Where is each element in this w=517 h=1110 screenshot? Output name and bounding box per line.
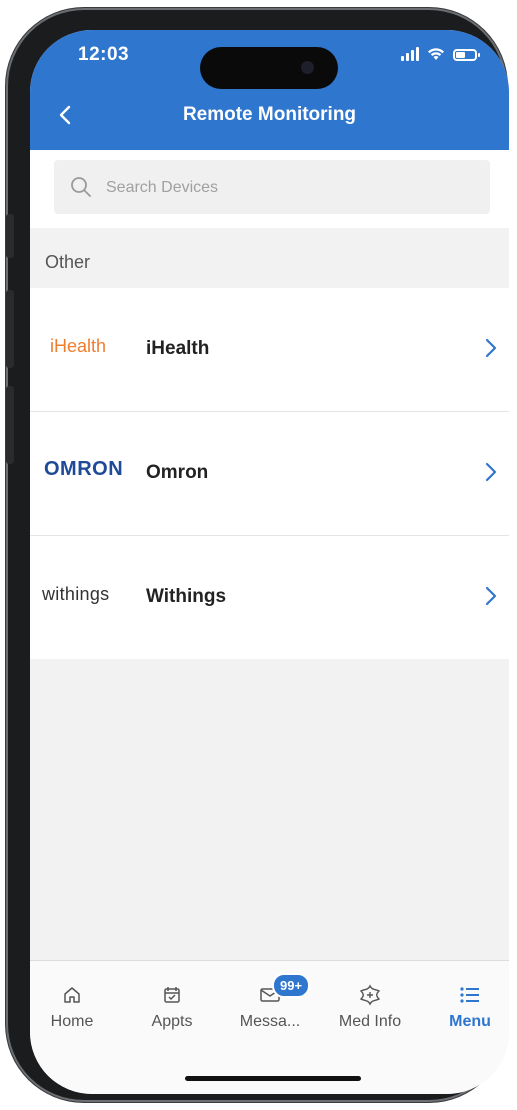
tab-label: Messa... [239,1013,301,1030]
unread-badge: 99+ [272,973,311,998]
device-row-omron[interactable]: OMRON Omron [30,412,509,536]
wifi-icon [428,48,444,60]
status-icons [401,47,480,61]
tab-label: Home [50,1013,94,1030]
chevron-right-icon [485,462,497,482]
signal-icon [401,47,419,61]
tab-appts[interactable]: Appts [124,981,220,1031]
ihealth-logo: iHealth [50,336,107,356]
page-title: Remote Monitoring [182,104,357,125]
tab-label: Menu [449,1013,491,1030]
menu-icon [460,987,479,1003]
volume-down-button [6,386,14,464]
status-bar: 12:03 [30,30,509,89]
screen: 12:03 Remote Monitoring Search Devices O… [30,30,509,1094]
nav-bar: Remote Monitoring [30,92,509,138]
device-name: Omron [146,462,209,483]
device-row-withings[interactable]: withings Withings [30,536,509,659]
dynamic-island [200,47,338,89]
status-time: 12:03 [78,44,130,65]
med-info-icon [359,984,381,1006]
search-container [30,150,509,228]
device-list: iHealth iHealth OMRON Omron withings Wit… [30,288,509,659]
tab-bar: Home Appts 99+ Messa... Med Info Menu [30,960,509,1094]
app-header: 12:03 Remote Monitoring [30,30,509,150]
tab-label: Med Info [338,1013,402,1030]
tab-label: Appts [151,1013,193,1030]
phone-frame: 12:03 Remote Monitoring Search Devices O… [6,8,509,1102]
search-input[interactable] [104,160,478,216]
volume-up-button [6,290,14,368]
withings-logo: withings [42,584,110,604]
device-name: iHealth [146,338,210,359]
omron-logo: OMRON [44,458,124,480]
tab-menu[interactable]: Menu [422,981,509,1031]
battery-icon [453,49,480,61]
action-button [6,214,14,258]
device-row-ihealth[interactable]: iHealth iHealth [30,288,509,412]
search-box[interactable] [54,160,490,216]
tab-messages[interactable]: 99+ Messa... [222,973,318,1031]
tab-med-info[interactable]: Med Info [322,981,418,1031]
section-label: Other [45,252,91,272]
section-header: Other [30,228,509,288]
calendar-icon [164,987,180,1003]
tab-home[interactable]: Home [30,981,120,1031]
chevron-right-icon [485,338,497,358]
chevron-right-icon [485,586,497,606]
device-name: Withings [146,586,227,607]
home-indicator [185,1076,361,1081]
home-icon [64,987,80,1003]
search-icon [71,177,91,197]
